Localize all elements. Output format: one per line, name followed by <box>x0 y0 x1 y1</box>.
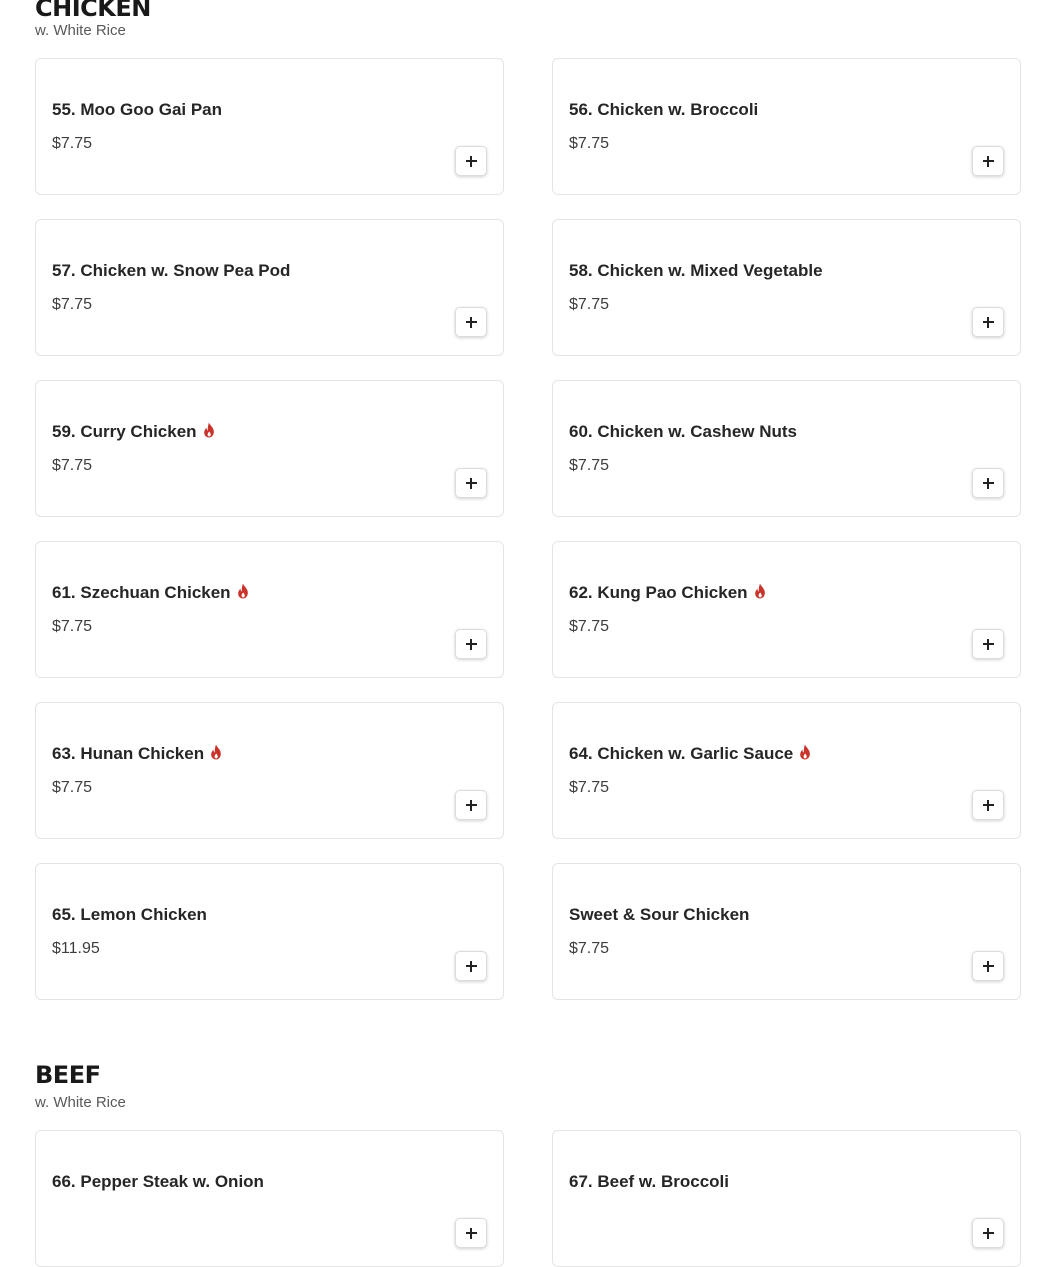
menu-item-price: $7.75 <box>52 618 93 635</box>
menu-item-name: Sweet & Sour Chicken <box>569 905 749 925</box>
section-title: BEEF <box>35 1061 101 1089</box>
add-to-cart-button[interactable] <box>972 468 1004 498</box>
menu-item-name: 58. Chicken w. Mixed Vegetable <box>569 261 823 281</box>
menu-item-price: $7.75 <box>569 457 610 474</box>
menu-item-name: 63. Hunan Chicken <box>52 744 222 764</box>
add-to-cart-button[interactable] <box>455 951 487 981</box>
section-subtitle: w. White Rice <box>35 22 126 39</box>
menu-item-card[interactable]: 57. Chicken w. Snow Pea Pod $7.75 <box>35 219 504 356</box>
menu-item-name: 61. Szechuan Chicken <box>52 583 249 603</box>
menu-item-price: $7.75 <box>52 457 93 474</box>
menu-item-name-text: 61. Szechuan Chicken <box>52 583 231 602</box>
plus-icon <box>982 1227 994 1239</box>
plus-icon <box>465 799 477 811</box>
menu-item-name: 66. Pepper Steak w. Onion <box>52 1172 264 1192</box>
menu-item-name-text: 59. Curry Chicken <box>52 422 197 441</box>
menu-item-card[interactable]: 56. Chicken w. Broccoli $7.75 <box>552 58 1021 195</box>
add-to-cart-button[interactable] <box>972 790 1004 820</box>
flame-icon <box>237 583 248 599</box>
menu-section-beef: BEEF w. White Rice 66. Pepper Steak w. O… <box>35 1061 1021 1267</box>
plus-icon <box>465 1227 477 1239</box>
menu-item-name-text: 67. Beef w. Broccoli <box>569 1172 729 1191</box>
menu-item-card[interactable]: 67. Beef w. Broccoli <box>552 1130 1021 1267</box>
menu-item-card[interactable]: Sweet & Sour Chicken $7.75 <box>552 863 1021 1000</box>
menu-item-name-text: 64. Chicken w. Garlic Sauce <box>569 744 794 763</box>
menu-item-card[interactable]: 60. Chicken w. Cashew Nuts $7.75 <box>552 380 1021 517</box>
menu-item-grid: 55. Moo Goo Gai Pan $7.75 56. Chicken w. B… <box>35 58 1021 1000</box>
menu-item-name-text: 63. Hunan Chicken <box>52 744 205 763</box>
menu-item-price: $7.75 <box>569 296 610 313</box>
menu-item-name: 65. Lemon Chicken <box>52 905 207 925</box>
add-to-cart-button[interactable] <box>455 629 487 659</box>
add-to-cart-button[interactable] <box>972 629 1004 659</box>
menu-item-name: 67. Beef w. Broccoli <box>569 1172 729 1192</box>
plus-icon <box>465 638 477 650</box>
menu-item-name: 60. Chicken w. Cashew Nuts <box>569 422 797 442</box>
plus-icon <box>982 960 994 972</box>
menu-item-name-text: 62. Kung Pao Chicken <box>569 583 748 602</box>
plus-icon <box>982 155 994 167</box>
menu-item-card[interactable]: 64. Chicken w. Garlic Sauce $7.75 <box>552 702 1021 839</box>
add-to-cart-button[interactable] <box>455 468 487 498</box>
menu-item-name: 57. Chicken w. Snow Pea Pod <box>52 261 290 281</box>
add-to-cart-button[interactable] <box>972 146 1004 176</box>
menu-item-card[interactable]: 61. Szechuan Chicken $7.75 <box>35 541 504 678</box>
menu-item-price: $7.75 <box>52 135 93 152</box>
menu-item-price: $7.75 <box>569 618 610 635</box>
plus-icon <box>465 155 477 167</box>
menu-section-chicken: CHICKEN w. White Rice 55. Moo Goo Gai Pa… <box>35 0 1021 1000</box>
menu-item-name: 55. Moo Goo Gai Pan <box>52 100 222 120</box>
menu-item-name: 64. Chicken w. Garlic Sauce <box>569 744 811 764</box>
add-to-cart-button[interactable] <box>455 146 487 176</box>
plus-icon <box>982 799 994 811</box>
menu-item-name: 62. Kung Pao Chicken <box>569 583 766 603</box>
menu-item-grid: 66. Pepper Steak w. Onion 67. Beef w. Bro… <box>35 1130 1021 1267</box>
add-to-cart-button[interactable] <box>972 951 1004 981</box>
menu-item-card[interactable]: 63. Hunan Chicken $7.75 <box>35 702 504 839</box>
menu-item-price: $7.75 <box>52 296 93 313</box>
menu-item-card[interactable]: 65. Lemon Chicken $11.95 <box>35 863 504 1000</box>
menu-item-card[interactable]: 59. Curry Chicken $7.75 <box>35 380 504 517</box>
menu-item-price: $7.75 <box>569 135 610 152</box>
menu-item-name-text: 55. Moo Goo Gai Pan <box>52 100 223 119</box>
menu-item-name: 59. Curry Chicken <box>52 422 215 442</box>
menu-item-card[interactable]: 66. Pepper Steak w. Onion <box>35 1130 504 1267</box>
section-title: CHICKEN <box>35 0 151 22</box>
flame-icon <box>211 744 221 760</box>
plus-icon <box>465 477 477 489</box>
menu-item-name-text: 57. Chicken w. Snow Pea Pod <box>52 261 291 280</box>
menu-item-card[interactable]: 58. Chicken w. Mixed Vegetable $7.75 <box>552 219 1021 356</box>
menu-item-name-text: 65. Lemon Chicken <box>52 905 207 924</box>
section-subtitle: w. White Rice <box>35 1094 126 1111</box>
flame-icon <box>203 422 214 438</box>
menu-item-name-text: Sweet & Sour Chicken <box>569 905 750 924</box>
menu-item-price: $7.75 <box>569 940 610 957</box>
menu-item-name: 56. Chicken w. Broccoli <box>569 100 758 120</box>
add-to-cart-button[interactable] <box>972 1218 1004 1248</box>
menu-item-name-text: 60. Chicken w. Cashew Nuts <box>569 422 797 441</box>
plus-icon <box>982 477 994 489</box>
plus-icon <box>982 638 994 650</box>
menu-item-name-text: 56. Chicken w. Broccoli <box>569 100 759 119</box>
menu-item-name-text: 58. Chicken w. Mixed Vegetable <box>569 261 823 280</box>
menu-item-card[interactable]: 62. Kung Pao Chicken $7.75 <box>552 541 1021 678</box>
menu-item-name-text: 66. Pepper Steak w. Onion <box>52 1172 264 1191</box>
plus-icon <box>982 316 994 328</box>
add-to-cart-button[interactable] <box>455 1218 487 1248</box>
plus-icon <box>465 316 477 328</box>
menu-item-card[interactable]: 55. Moo Goo Gai Pan $7.75 <box>35 58 504 195</box>
menu-item-price: $11.95 <box>52 940 100 957</box>
menu-item-price: $7.75 <box>569 779 610 796</box>
add-to-cart-button[interactable] <box>972 307 1004 337</box>
flame-icon <box>754 583 765 599</box>
add-to-cart-button[interactable] <box>455 790 487 820</box>
plus-icon <box>465 960 477 972</box>
menu-item-price: $7.75 <box>52 779 93 796</box>
add-to-cart-button[interactable] <box>455 307 487 337</box>
flame-icon <box>800 744 811 760</box>
